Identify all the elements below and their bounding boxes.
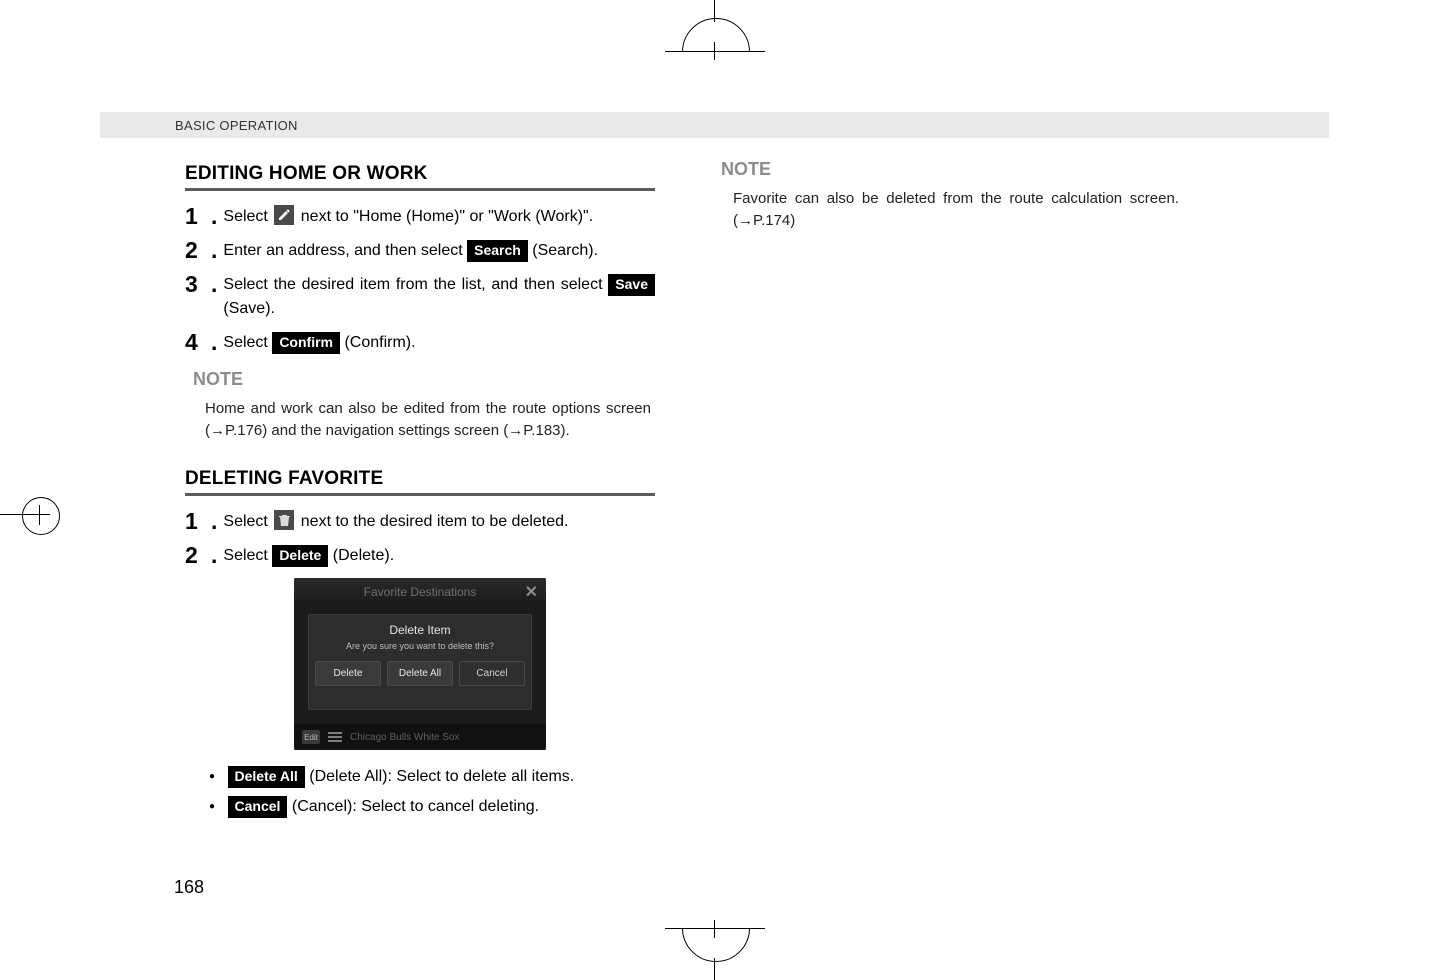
step-dot: .: [211, 273, 217, 295]
bullet-delete-all: Delete All (Delete All): Select to delet…: [209, 764, 655, 790]
section-title-deleting: DELETING FAVORITE: [185, 468, 655, 490]
step-text-pre: Select the desired item from the list, a…: [223, 276, 608, 293]
step-number: 1: [185, 510, 211, 532]
left-column: EDITING HOME OR WORK 1. Select next to "…: [185, 155, 655, 824]
bullet-cancel: Cancel (Cancel): Select to cancel deleti…: [209, 794, 655, 820]
hamburger-icon: [328, 732, 342, 742]
bullet-text: (Cancel): Select to cancel deleting.: [292, 798, 539, 815]
screenshot-delete-dialog: Favorite Destinations ✕ Delete Item Are …: [294, 578, 546, 750]
crop-mark-top: [665, 0, 765, 52]
step-body: Select next to the desired item to be de…: [223, 510, 568, 534]
step-text-post: (Confirm).: [344, 334, 415, 351]
delete-all-button: Delete All: [228, 766, 305, 788]
step-text-pre: Select: [223, 547, 272, 564]
step-body: Select the desired item from the list, a…: [223, 273, 655, 321]
shot-delete-all-button: Delete All: [387, 661, 453, 686]
shot-dialog: Delete Item Are you sure you want to del…: [308, 614, 532, 710]
step-text-pre: Select: [223, 513, 272, 530]
delete-button: Delete: [272, 545, 328, 567]
step-text-pre: Enter an address, and then select: [223, 242, 467, 259]
step-2: 2. Select Delete (Delete).: [185, 544, 655, 568]
shot-dialog-message: Are you sure you want to delete this?: [309, 641, 531, 661]
page-number: 168: [174, 877, 204, 898]
step-number: 1: [185, 205, 211, 227]
cancel-button: Cancel: [228, 796, 288, 818]
confirm-button: Confirm: [272, 332, 340, 354]
shot-delete-button: Delete: [315, 661, 381, 686]
bullet-list: Delete All (Delete All): Select to delet…: [209, 764, 655, 820]
step-1: 1. Select next to the desired item to be…: [185, 510, 655, 534]
section-rule: [185, 493, 655, 496]
close-icon: ✕: [525, 582, 538, 602]
step-dot: .: [211, 510, 217, 532]
step-1: 1. Select next to "Home (Home)" or "Work…: [185, 205, 655, 229]
step-number: 2: [185, 544, 211, 566]
pencil-icon: Edit: [302, 730, 320, 744]
step-dot: .: [211, 239, 217, 261]
step-body: Enter an address, and then select Search…: [223, 239, 598, 263]
content-columns: EDITING HOME OR WORK 1. Select next to "…: [185, 155, 1285, 824]
step-number: 4: [185, 331, 211, 353]
step-text-post: (Search).: [532, 242, 598, 259]
step-4: 4. Select Confirm (Confirm).: [185, 331, 655, 355]
shot-cancel-button: Cancel: [459, 661, 525, 686]
page: BASIC OPERATION EDITING HOME OR WORK 1. …: [0, 0, 1429, 980]
step-dot: .: [211, 544, 217, 566]
shot-dialog-title: Delete Item: [309, 615, 531, 641]
note-body: Home and work can also be edited from th…: [205, 398, 651, 442]
running-header-text: BASIC OPERATION: [175, 118, 298, 133]
shot-title: Favorite Destinations: [364, 585, 477, 599]
step-text-pre: Select: [223, 334, 272, 351]
note-heading: NOTE: [193, 369, 655, 390]
editing-steps: 1. Select next to "Home (Home)" or "Work…: [185, 205, 655, 355]
step-body: Select Delete (Delete).: [223, 544, 394, 568]
step-text-post: next to "Home (Home)" or "Work (Work)".: [301, 208, 593, 225]
step-dot: .: [211, 331, 217, 353]
shot-dialog-buttons: Delete Delete All Cancel: [309, 661, 531, 686]
step-text-pre: Select: [223, 208, 272, 225]
step-text-post: (Save).: [223, 300, 275, 317]
step-number: 2: [185, 239, 211, 261]
note-body: Favorite can also be deleted from the ro…: [733, 188, 1179, 232]
step-number: 3: [185, 273, 211, 295]
crop-mark-left: [0, 475, 60, 555]
running-header: BASIC OPERATION: [100, 112, 1329, 138]
save-button: Save: [608, 274, 655, 296]
shot-titlebar: Favorite Destinations ✕: [294, 578, 546, 606]
deleting-steps: 1. Select next to the desired item to be…: [185, 510, 655, 568]
section-rule: [185, 188, 655, 191]
step-body: Select next to "Home (Home)" or "Work (W…: [223, 205, 593, 229]
note-heading: NOTE: [721, 159, 1183, 180]
step-3: 3. Select the desired item from the list…: [185, 273, 655, 321]
step-text-post: next to the desired item to be deleted.: [301, 513, 569, 530]
bullet-text: (Delete All): Select to delete all items…: [309, 768, 574, 785]
shot-bottombar: Edit Chicago Bulls White Sox: [294, 724, 546, 750]
search-button: Search: [467, 240, 528, 262]
step-text-post: (Delete).: [333, 547, 394, 564]
step-body: Select Confirm (Confirm).: [223, 331, 415, 355]
step-dot: .: [211, 205, 217, 227]
pencil-icon: [274, 205, 294, 225]
right-column: NOTE Favorite can also be deleted from t…: [713, 155, 1183, 824]
trash-icon: [274, 510, 294, 530]
section-title-editing: EDITING HOME OR WORK: [185, 163, 655, 185]
step-2: 2. Enter an address, and then select Sea…: [185, 239, 655, 263]
shot-bottom-text: Chicago Bulls White Sox: [350, 732, 460, 743]
crop-mark-bottom: [665, 928, 765, 980]
